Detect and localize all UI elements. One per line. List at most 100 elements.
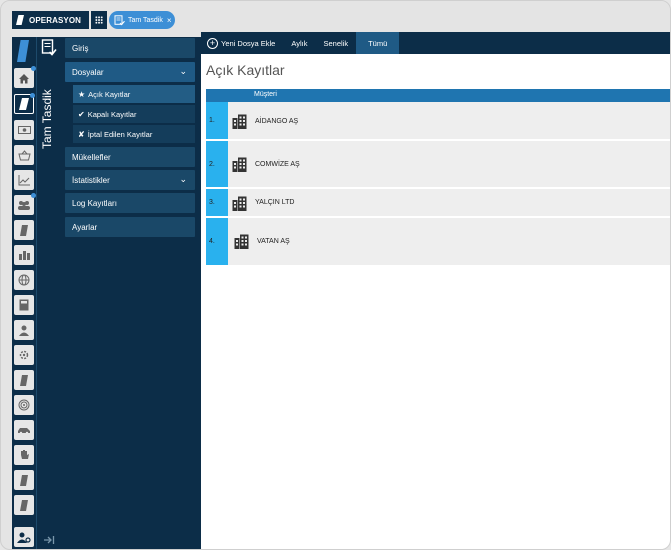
tab-tam-tasdik[interactable]: Tam Tasdik × (109, 11, 175, 29)
rail-person[interactable] (14, 320, 34, 340)
chart-icon (18, 174, 30, 185)
document-icon (20, 374, 28, 386)
users-icon (18, 201, 30, 210)
check-icon: ✔ (78, 109, 85, 119)
rail-doc-3[interactable] (14, 370, 34, 390)
chevron-down-icon: ⌄ (179, 66, 187, 76)
rail-documents[interactable] (14, 93, 35, 114)
page-title: Açık Kayıtlar (206, 62, 285, 78)
star-icon: ★ (78, 89, 86, 99)
row-number: 1. (206, 102, 228, 139)
notification-dot (30, 93, 35, 98)
row-number: 4. (206, 218, 228, 265)
rail-user-settings[interactable] (14, 527, 34, 547)
main-content: + Yeni Dosya Ekle Aylık Senelik Tümü Açı… (201, 32, 670, 549)
submenu-label: İptal Edilen Kayıtlar (87, 129, 153, 139)
menu-item-dosyalar[interactable]: Dosyalar ⌄ (65, 62, 195, 82)
menu-item-log-kayitlari[interactable]: Log Kayıtları (65, 193, 195, 213)
document-check-icon (114, 14, 125, 25)
cross-icon: ✘ (78, 129, 85, 139)
menu-item-ayarlar[interactable]: Ayarlar (65, 217, 195, 237)
menu-item-label: Dosyalar (72, 67, 104, 77)
exit-icon[interactable] (43, 535, 55, 545)
globe-icon (18, 274, 30, 286)
rail-hand[interactable] (14, 445, 34, 465)
table-header: Müşteri (206, 89, 670, 102)
basket-icon (17, 149, 31, 160)
document-icon (20, 499, 28, 511)
menu-item-label: Giriş (72, 43, 89, 53)
chevron-down-icon: ⌄ (179, 174, 187, 184)
column-header-customer: Müşteri (254, 91, 277, 98)
document-icon (20, 474, 28, 486)
menu-item-label: İstatistikler (72, 175, 110, 185)
rail-calculator[interactable] (14, 295, 34, 315)
brand-button[interactable]: OPERASYON (12, 11, 89, 29)
customer-name: AİDANGO AŞ (255, 118, 299, 125)
table-row[interactable]: 2. COMWİZE AŞ (206, 141, 670, 189)
module-label: Tam Tasdik (40, 89, 54, 149)
car-icon (18, 428, 30, 434)
filter-label: Aylık (291, 38, 308, 48)
rail-doc-5[interactable] (14, 495, 34, 515)
building-icon (234, 234, 249, 249)
rail-basket[interactable] (14, 145, 34, 165)
menu-item-label: Ayarlar (72, 222, 98, 232)
filter-label: Tümü (368, 38, 388, 48)
target-icon (18, 399, 30, 411)
menu-item-label: Log Kayıtları (72, 198, 117, 208)
rail-chart[interactable] (14, 170, 34, 190)
filter-monthly[interactable]: Aylık (283, 32, 315, 54)
close-icon[interactable]: × (167, 16, 172, 25)
rail-target[interactable] (14, 395, 34, 415)
filter-all[interactable]: Tümü (356, 32, 400, 54)
filter-label: Senelik (323, 38, 349, 48)
menu-item-istatistikler[interactable]: İstatistikler ⌄ (65, 170, 195, 190)
rail-building[interactable] (14, 245, 34, 265)
rail-users[interactable] (14, 193, 36, 215)
submenu-acik-kayitlar[interactable]: ★ Açık Kayıtlar (73, 85, 195, 103)
submenu-label: Açık Kayıtlar (88, 89, 131, 99)
table-row[interactable]: 4. VATAN AŞ (206, 218, 670, 267)
rail-doc-4[interactable] (14, 470, 34, 490)
customer-name: YALÇIN LTD (255, 199, 295, 206)
hand-icon (20, 450, 29, 459)
rail-money[interactable] (14, 120, 34, 140)
rail-gear[interactable] (14, 345, 34, 365)
calculator-icon (19, 299, 29, 311)
apps-grid-button[interactable] (91, 11, 107, 29)
customer-name: COMWİZE AŞ (255, 161, 300, 168)
table-row[interactable]: 3. YALÇIN LTD (206, 189, 670, 218)
brand-logo-icon (17, 40, 29, 62)
customer-name: VATAN AŞ (257, 238, 290, 245)
rail-home[interactable] (14, 66, 36, 88)
submenu-kapali-kayitlar[interactable]: ✔ Kapalı Kayıtlar (73, 105, 195, 123)
building-icon (232, 157, 247, 172)
rail-globe[interactable] (14, 270, 34, 290)
menu-item-label: Mükellefler (72, 152, 111, 162)
money-icon (17, 126, 31, 134)
submenu-label: Kapalı Kayıtlar (87, 109, 137, 119)
vertical-module-tab[interactable]: Tam Tasdik (36, 37, 60, 549)
menu-item-giris[interactable]: Giriş (65, 38, 195, 58)
document-check-icon (41, 39, 57, 56)
gear-icon (19, 350, 29, 360)
menu-item-mukellefler[interactable]: Mükellefler (65, 147, 195, 167)
document-icon (19, 98, 29, 110)
rail-car[interactable] (14, 420, 34, 440)
side-menu: Giriş Dosyalar ⌄ ★ Açık Kayıtlar ✔ Kapal… (60, 37, 201, 549)
building-icon (232, 196, 247, 211)
brand-label: OPERASYON (29, 15, 82, 25)
row-number: 3. (206, 189, 228, 216)
user-settings-icon (17, 532, 31, 543)
rail-doc-2[interactable] (14, 220, 34, 240)
new-file-button[interactable]: + Yeni Dosya Ekle (201, 32, 283, 54)
app-window: OPERASYON Tam Tasdik × Tam Tasdik Giriş … (0, 0, 671, 550)
brand-logo-icon (16, 15, 24, 25)
filter-yearly[interactable]: Senelik (315, 32, 356, 54)
table-row[interactable]: 1. AİDANGO AŞ (206, 102, 670, 141)
submenu-iptal-edilen-kayitlar[interactable]: ✘ İptal Edilen Kayıtlar (73, 125, 195, 143)
person-icon (19, 325, 29, 336)
row-number: 2. (206, 141, 228, 187)
building-icon (18, 251, 30, 260)
